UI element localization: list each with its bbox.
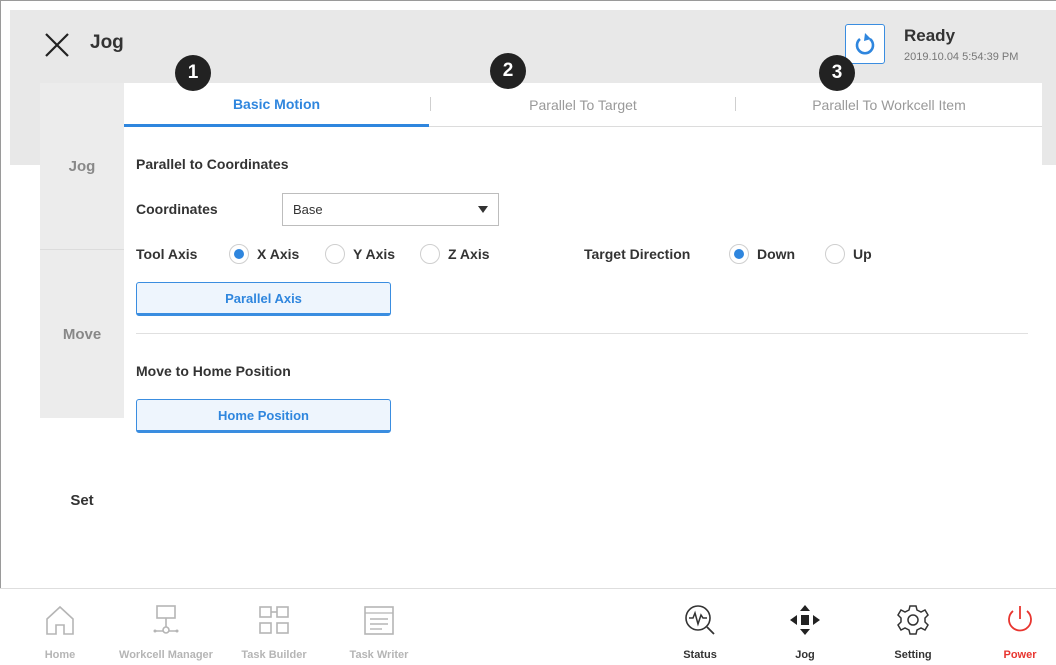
nav-home-label: Home	[44, 649, 76, 661]
nav-task-writer[interactable]: Task Writer	[341, 589, 417, 665]
nav-setting-label: Setting	[894, 649, 932, 661]
nav-status[interactable]: Status	[670, 589, 730, 665]
home-section-title: Move to Home Position	[136, 363, 291, 379]
coordinates-value: Base	[293, 202, 323, 217]
nav-home[interactable]: Home	[30, 589, 90, 665]
nav-setting[interactable]: Setting	[883, 589, 943, 665]
radio-y-axis[interactable]: Y Axis	[325, 244, 395, 264]
radio-up-label: Up	[853, 246, 872, 262]
parallel-axis-button[interactable]: Parallel Axis	[136, 282, 391, 316]
status-icon	[685, 605, 715, 635]
coordinates-label: Coordinates	[136, 201, 218, 217]
radio-y-axis-label: Y Axis	[353, 246, 396, 262]
parallel-section-title: Parallel to Coordinates	[136, 156, 289, 172]
home-icon	[46, 605, 74, 635]
nav-power[interactable]: Power	[990, 589, 1050, 665]
radio-unselected-icon	[325, 244, 345, 264]
side-tabs: Jog Move Set	[40, 83, 124, 583]
task-writer-icon	[364, 606, 394, 635]
status-time: 2019.10.04 5:54:39 PM	[904, 51, 1019, 63]
coordinates-select[interactable]: Base	[282, 193, 499, 226]
nav-power-label: Power	[1003, 649, 1037, 661]
radio-up[interactable]: Up	[825, 244, 872, 264]
radio-down-label: Down	[757, 246, 796, 262]
radio-selected-icon	[229, 244, 249, 264]
tab-parallel-to-workcell-item[interactable]: Parallel To Workcell Item	[736, 83, 1042, 127]
power-icon	[1008, 606, 1032, 632]
dropdown-arrow-icon	[478, 206, 488, 213]
radio-z-axis[interactable]: Z Axis	[420, 244, 490, 264]
marker-3: 3	[819, 55, 855, 91]
marker-2: 2	[490, 53, 526, 89]
nav-status-label: Status	[683, 649, 717, 661]
radio-z-axis-label: Z Axis	[448, 246, 490, 262]
nav-task-writer-label: Task Writer	[349, 649, 409, 661]
gear-icon	[897, 605, 929, 635]
radio-unselected-icon	[825, 244, 845, 264]
refresh-icon	[855, 33, 875, 55]
radio-x-axis[interactable]: X Axis	[229, 244, 299, 264]
radio-selected-icon	[729, 244, 749, 264]
side-tab-move[interactable]: Move	[40, 250, 124, 418]
section-divider	[136, 333, 1028, 334]
nav-jog[interactable]: Jog	[775, 589, 835, 665]
marker-1: 1	[175, 55, 211, 91]
jog-icon	[790, 605, 820, 635]
nav-workcell-manager[interactable]: Workcell Manager	[111, 589, 221, 665]
bottom-nav: Home Workcell Manager Task Builder Task …	[0, 588, 1056, 664]
close-icon[interactable]	[42, 30, 72, 60]
home-position-button[interactable]: Home Position	[136, 399, 391, 433]
nav-workcell-manager-label: Workcell Manager	[119, 649, 213, 661]
side-tab-jog[interactable]: Jog	[40, 83, 124, 249]
nav-task-builder[interactable]: Task Builder	[234, 589, 314, 665]
tool-axis-label: Tool Axis	[136, 246, 198, 262]
nav-task-builder-label: Task Builder	[241, 649, 307, 661]
tab-basic-motion[interactable]: Basic Motion	[124, 83, 429, 127]
workcell-manager-icon	[153, 605, 179, 634]
status-label: Ready	[904, 26, 956, 45]
page-title: Jog	[90, 32, 124, 53]
radio-x-axis-label: X Axis	[257, 246, 300, 262]
tab-parallel-to-target[interactable]: Parallel To Target	[431, 83, 735, 127]
nav-jog-label: Jog	[795, 649, 815, 661]
side-tab-set[interactable]: Set	[40, 418, 124, 583]
radio-unselected-icon	[420, 244, 440, 264]
radio-down[interactable]: Down	[729, 244, 795, 264]
tab-bar: Basic Motion Parallel To Target Parallel…	[124, 83, 1042, 127]
refresh-button[interactable]	[845, 24, 885, 64]
task-builder-icon	[259, 606, 289, 634]
target-direction-label: Target Direction	[584, 246, 691, 262]
